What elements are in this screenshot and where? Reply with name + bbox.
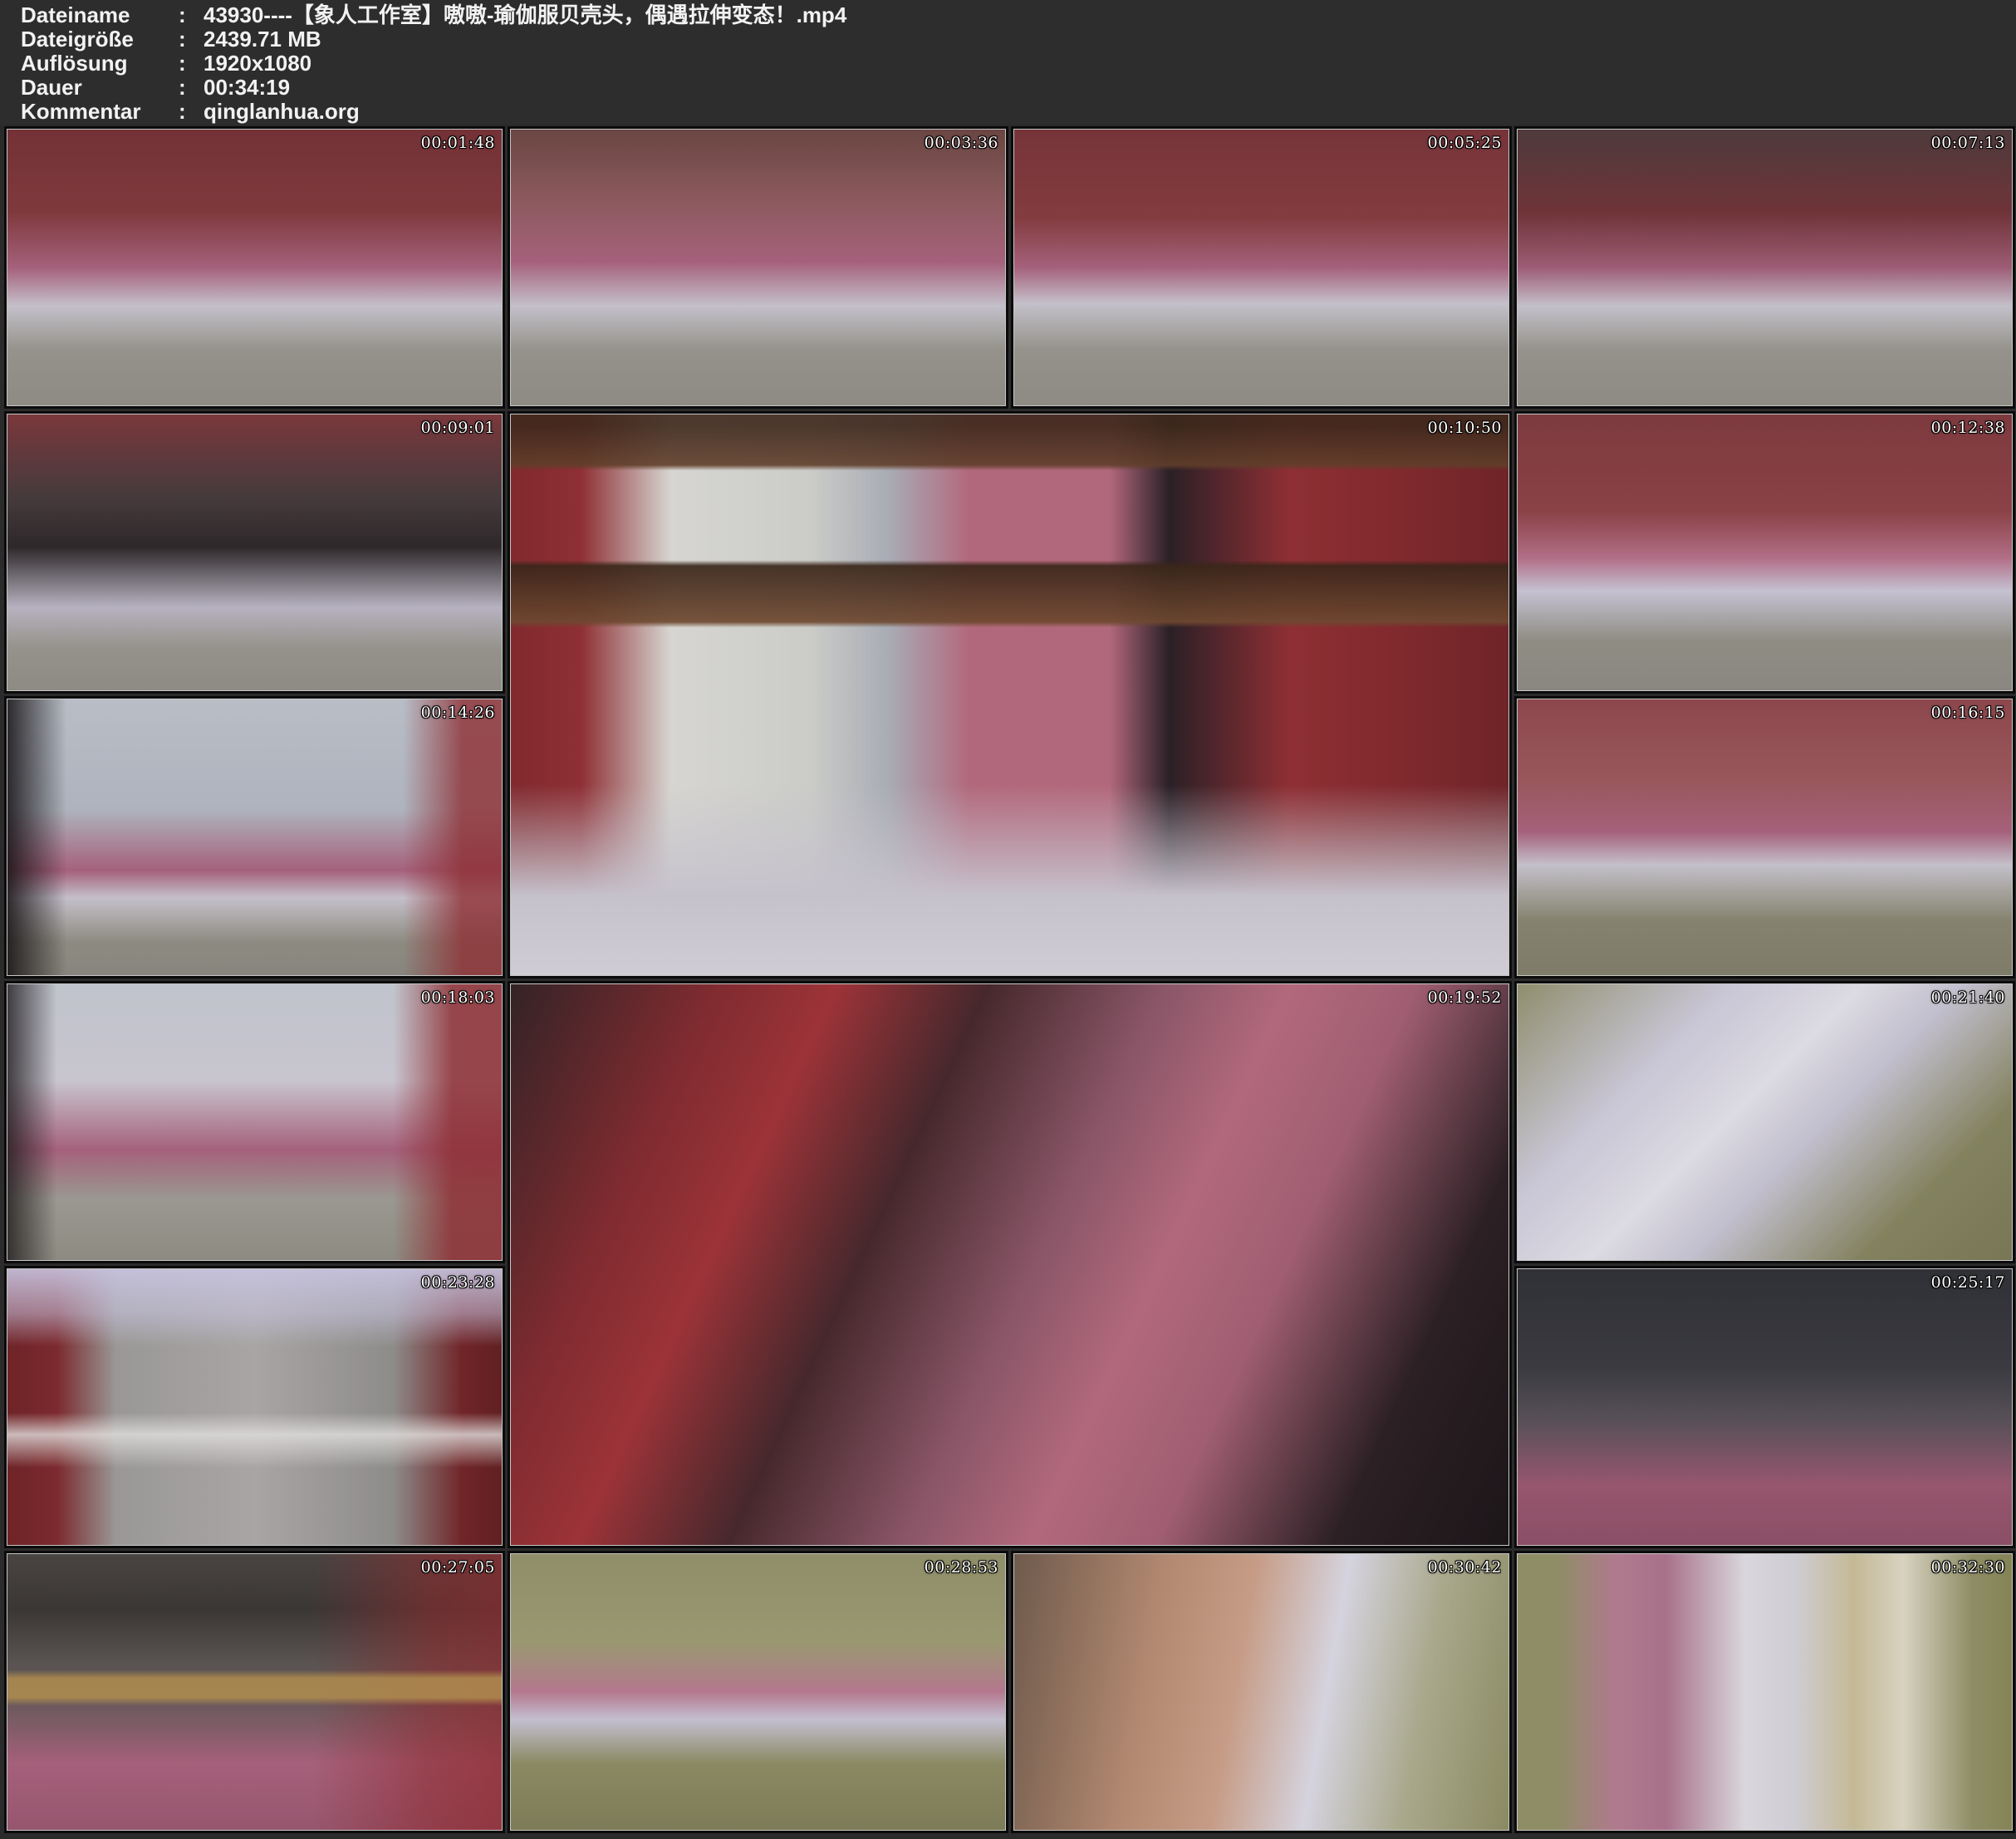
- field-separator: :: [179, 51, 204, 76]
- video-thumbnail: 00:21:40: [1517, 983, 2013, 1261]
- video-thumbnail: 00:07:13: [1517, 129, 2013, 406]
- field-value-resolution: 1920x1080: [204, 51, 311, 76]
- video-thumbnail: 00:28:53: [510, 1553, 1006, 1831]
- timestamp-overlay: 00:10:50: [1428, 419, 1502, 437]
- field-label-duration: Dauer: [21, 76, 179, 100]
- timestamp-overlay: 00:19:52: [1428, 988, 1502, 1007]
- video-thumbnail: 00:12:38: [1517, 414, 2013, 691]
- timestamp-overlay: 00:07:13: [1931, 134, 2005, 152]
- video-thumbnail: 00:14:26: [7, 699, 503, 976]
- timestamp-overlay: 00:16:15: [1931, 704, 2005, 722]
- file-info-header: Dateiname:43930----【象人工作室】嗷嗷-瑜伽服贝壳头，偶遇拉伸…: [0, 0, 2016, 125]
- field-separator: :: [179, 3, 204, 27]
- timestamp-overlay: 00:12:38: [1931, 419, 2005, 437]
- field-value-filename: 43930----【象人工作室】嗷嗷-瑜伽服贝壳头，偶遇拉伸变态！.mp4: [204, 3, 846, 27]
- video-thumbnail: 00:16:15: [1517, 699, 2013, 976]
- video-thumbnail: 00:25:17: [1517, 1268, 2013, 1546]
- video-thumbnail: 00:23:28: [7, 1268, 503, 1546]
- video-thumbnail: 00:27:05: [7, 1553, 503, 1831]
- field-separator: :: [179, 27, 204, 51]
- field-label-filename: Dateiname: [21, 3, 179, 27]
- file-info-row: Kommentar:qinglanhua.org: [21, 100, 2016, 124]
- video-thumbnail: 00:09:01: [7, 414, 503, 691]
- timestamp-overlay: 00:30:42: [1428, 1558, 1502, 1577]
- field-label-resolution: Auflösung: [21, 51, 179, 76]
- timestamp-overlay: 00:28:53: [925, 1558, 998, 1577]
- timestamp-overlay: 00:05:25: [1428, 134, 1502, 152]
- field-value-filesize: 2439.71 MB: [204, 27, 321, 51]
- timestamp-overlay: 00:21:40: [1931, 988, 2005, 1007]
- timestamp-overlay: 00:14:26: [421, 704, 495, 722]
- field-label-comment: Kommentar: [21, 100, 179, 124]
- timestamp-overlay: 00:01:48: [421, 134, 495, 152]
- video-thumbnail-large: 00:19:52: [510, 983, 1509, 1546]
- timestamp-overlay: 00:23:28: [421, 1273, 495, 1292]
- file-info-row: Dateiname:43930----【象人工作室】嗷嗷-瑜伽服贝壳头，偶遇拉伸…: [21, 3, 2016, 27]
- video-thumbnail-large: 00:10:50: [510, 414, 1509, 976]
- video-thumbnail: 00:03:36: [510, 129, 1006, 406]
- timestamp-overlay: 00:09:01: [421, 419, 495, 437]
- timestamp-overlay: 00:18:03: [421, 988, 495, 1007]
- video-thumbnail: 00:18:03: [7, 983, 503, 1261]
- file-info-row: Auflösung:1920x1080: [21, 51, 2016, 76]
- timestamp-overlay: 00:03:36: [925, 134, 998, 152]
- video-thumbnail: 00:32:30: [1517, 1553, 2013, 1831]
- video-thumbnail: 00:30:42: [1013, 1553, 1509, 1831]
- timestamp-overlay: 00:25:17: [1931, 1273, 2005, 1292]
- video-thumbnail: 00:05:25: [1013, 129, 1509, 406]
- timestamp-overlay: 00:27:05: [421, 1558, 495, 1577]
- field-separator: :: [179, 76, 204, 100]
- timestamp-overlay: 00:32:30: [1931, 1558, 2005, 1577]
- thumbnail-grid: 00:01:48 00:03:36 00:05:25 00:07:13 00:0…: [0, 125, 2016, 1839]
- field-value-duration: 00:34:19: [204, 76, 290, 100]
- file-info-row: Dateigröße:2439.71 MB: [21, 27, 2016, 51]
- field-label-filesize: Dateigröße: [21, 27, 179, 51]
- video-thumbnail: 00:01:48: [7, 129, 503, 406]
- field-value-comment: qinglanhua.org: [204, 100, 360, 124]
- field-separator: :: [179, 100, 204, 124]
- file-info-row: Dauer:00:34:19: [21, 76, 2016, 100]
